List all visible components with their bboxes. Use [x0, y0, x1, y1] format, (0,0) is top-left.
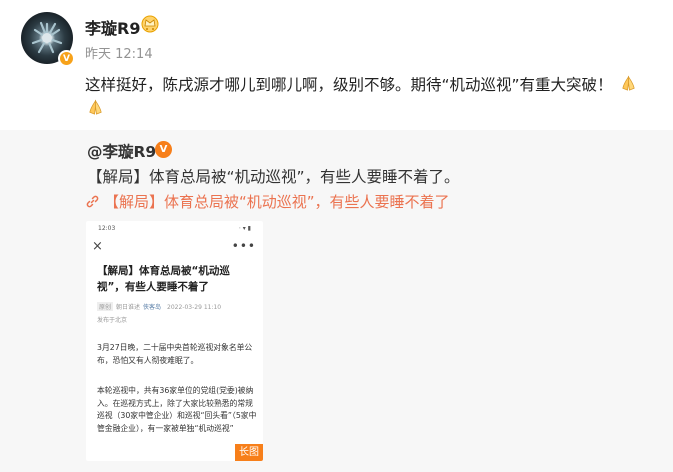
post-username[interactable]: 李璇R9 [85, 15, 140, 39]
verified-badge: V [58, 50, 75, 67]
original-tag: 原创 [97, 302, 114, 311]
article-link-text[interactable]: 【解局】体育总局被“机动巡视”，有些人要睡不着了 [104, 191, 450, 212]
meta-author: 侠客岛 [143, 304, 162, 311]
post-text: 这样挺好，陈戌源才哪儿到哪儿啊，级别不够。期待“机动巡视”有重大突破！ [85, 73, 650, 121]
quoted-username[interactable]: @李璇R9 [87, 140, 156, 162]
post-timestamp[interactable]: 昨天 12:14 [85, 43, 153, 62]
article-paragraph: 本轮巡视中，共有36家单位的党组(党委)被纳入。在巡视方式上，除了大家比较熟悉的… [97, 386, 257, 433]
quoted-text: 【解局】体育总局被“机动巡视”，有些人要睡不着了。 [87, 168, 460, 186]
article-paragraph: 3月27日晚，二十届中央首轮巡视对象名单公布，恐怕又有人彻夜难眠了。 [97, 343, 253, 365]
long-image-badge: 长图 [235, 444, 263, 461]
meta-date: 2022-03-29 11:10 [167, 304, 222, 311]
more-icon: ••• [231, 239, 256, 253]
meta-source: 朝日谁述 [116, 304, 141, 311]
article-location: 发布于北京 [97, 317, 128, 324]
close-icon: × [92, 239, 103, 254]
status-time: 12:03 [98, 225, 116, 232]
link-icon [86, 195, 99, 208]
quoted-post[interactable]: @李璇R9 V 【解局】体育总局被“机动巡视”，有些人要睡不着了。 【解局】体育… [0, 130, 673, 472]
article-meta: 原创 朝日谁述 侠客岛 2022-03-29 11:10 [97, 302, 221, 311]
pray-emoji-icon [621, 75, 635, 91]
article-title: 【解局】体育总局被“机动巡视”，有些人要睡不着了 [97, 265, 230, 293]
status-icons: ⋅ ▾ ▮ [238, 225, 251, 232]
quoted-verified-badge: V [155, 141, 172, 158]
post-text-body: 这样挺好，陈戌源才哪儿到哪儿啊，级别不够。期待“机动巡视”有重大突破！ [85, 76, 613, 94]
weibo-post: V 李璇R9 昨天 12:14 这样挺好，陈戌源才哪儿到哪儿啊，级别不够。期待“… [0, 0, 673, 130]
pray-emoji-icon [89, 99, 102, 115]
crown-level-icon [141, 15, 159, 33]
attached-long-image[interactable]: 12:03 ⋅ ▾ ▮ × ••• 【解局】体育总局被“机动巡视”，有些人要睡不… [86, 221, 263, 461]
article-link[interactable]: 【解局】体育总局被“机动巡视”，有些人要睡不着了 [86, 191, 450, 212]
